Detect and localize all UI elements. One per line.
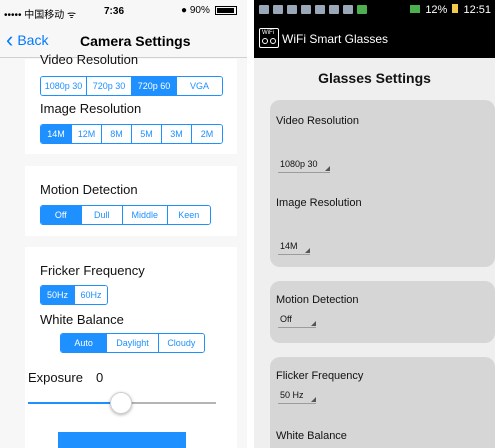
segment-2m[interactable]: 2M [191, 125, 222, 143]
motion-detection-label: Motion Detection [40, 182, 138, 197]
segment-12m[interactable]: 12M [71, 125, 101, 143]
battery-percent: 12% [425, 4, 448, 16]
image-resolution-label: Image Resolution [276, 197, 362, 209]
comparison-screenshot: ••••• 中国移动 ᯤ 7:36 ● 90% ‹ Back Camera Se… [0, 0, 495, 448]
segment-off[interactable]: Off [41, 206, 81, 224]
exposure-slider-thumb[interactable] [110, 392, 132, 414]
white-balance-segmented-control: Auto Daylight Cloudy [60, 333, 205, 353]
segment-daylight[interactable]: Daylight [106, 334, 158, 352]
segment-3m[interactable]: 3M [161, 125, 191, 143]
android-glasses-settings-screen: 12% 12:51 WiFi WiFi Smart Glasses Glasse… [254, 0, 495, 448]
video-resolution-label: Video Resolution [276, 115, 359, 127]
motion-detection-value: Off [280, 314, 292, 324]
status-right: 12% 12:51 [410, 4, 491, 16]
motion-detection-segmented-control: Off Dull Middle Keen [40, 205, 211, 225]
logo-text: WiFi [262, 30, 274, 36]
battery-text: ● 90% [181, 5, 210, 16]
notification-icons [259, 5, 367, 14]
segment-middle[interactable]: Middle [122, 206, 167, 224]
app-icon [287, 5, 297, 14]
video-resolution-value: 1080p 30 [280, 159, 318, 169]
status-time: 12:51 [463, 4, 491, 16]
save-button[interactable] [58, 432, 186, 448]
video-resolution-label: Video Resolution [40, 52, 139, 67]
signal-icon [410, 5, 421, 13]
segment-5m[interactable]: 5M [131, 125, 161, 143]
segment-14m[interactable]: 14M [41, 125, 71, 143]
segment-keen[interactable]: Keen [166, 206, 210, 224]
exposure-slider-fill [28, 402, 121, 404]
segment-1080p30[interactable]: 1080p 30 [41, 77, 86, 95]
dropdown-arrow-icon [324, 166, 330, 171]
mail-icon [273, 5, 283, 14]
ios-camera-settings-screen: ••••• 中国移动 ᯤ 7:36 ● 90% ‹ Back Camera Se… [0, 0, 247, 448]
image-resolution-segmented-control: 14M 12M 8M 5M 3M 2M [40, 124, 223, 144]
segment-8m[interactable]: 8M [101, 125, 131, 143]
exposure-value: 0 [96, 370, 104, 385]
battery-icon [214, 5, 237, 15]
ios-status-bar: ••••• 中国移动 ᯤ 7:36 ● 90% [0, 0, 247, 24]
image-icon [315, 5, 325, 14]
flicker-frequency-label: Fricker Frequency [40, 263, 145, 278]
segment-vga[interactable]: VGA [176, 77, 222, 95]
segment-720p60[interactable]: 720p 60 [131, 77, 176, 95]
alarm-icon [329, 5, 339, 14]
segment-60hz[interactable]: 60Hz [73, 286, 107, 304]
segment-720p30[interactable]: 720p 30 [86, 77, 131, 95]
battery-icon [452, 4, 459, 13]
motion-detection-card [270, 281, 495, 343]
flicker-frequency-segmented-control: 50Hz 60Hz [40, 285, 108, 305]
segment-50hz[interactable]: 50Hz [41, 286, 74, 304]
motion-detection-card [25, 166, 237, 236]
video-resolution-segmented-control: 1080p 30 720p 30 720p 60 VGA [40, 76, 223, 96]
status-time: 7:36 [104, 6, 125, 17]
notification-icon [259, 5, 269, 14]
flicker-frequency-value: 50 Hz [280, 390, 304, 400]
image-resolution-value: 14M [280, 241, 298, 251]
motion-detection-label: Motion Detection [276, 294, 359, 306]
segment-dull[interactable]: Dull [80, 206, 123, 224]
white-balance-label: White Balance [40, 312, 124, 327]
video-resolution-spinner[interactable]: 1080p 30 [278, 159, 330, 173]
app-title: WiFi Smart Glasses [282, 32, 389, 46]
page-title: Camera Settings [80, 33, 191, 49]
motion-detection-spinner[interactable]: Off [278, 314, 316, 328]
battery-indicator: ● 90% [181, 5, 237, 16]
exposure-label: Exposure [28, 370, 83, 385]
carrier-text: ••••• 中国移动 ᯤ [4, 10, 77, 21]
android-app-bar: WiFi WiFi Smart Glasses [254, 20, 495, 58]
dropdown-arrow-icon [304, 248, 310, 253]
segment-auto[interactable]: Auto [61, 334, 107, 352]
flicker-frequency-label: Flicker Frequency [276, 370, 364, 382]
segment-cloudy[interactable]: Cloudy [157, 334, 204, 352]
network-icon [357, 5, 367, 14]
bluetooth-icon [343, 5, 353, 14]
image-resolution-spinner[interactable]: 14M [278, 241, 310, 255]
glasses-logo-icon: WiFi [259, 28, 279, 48]
app-icon [301, 5, 311, 14]
flicker-frequency-spinner[interactable]: 50 Hz [278, 390, 316, 404]
image-resolution-label: Image Resolution [40, 101, 142, 116]
dropdown-arrow-icon [310, 397, 316, 402]
chevron-left-icon: ‹ [6, 27, 14, 52]
back-button[interactable]: ‹ Back [6, 27, 49, 52]
dropdown-arrow-icon [310, 321, 316, 326]
white-balance-label: White Balance [276, 430, 347, 442]
android-status-bar: 12% 12:51 [254, 0, 495, 20]
page-title: Glasses Settings [318, 70, 431, 86]
back-label: Back [17, 32, 49, 48]
